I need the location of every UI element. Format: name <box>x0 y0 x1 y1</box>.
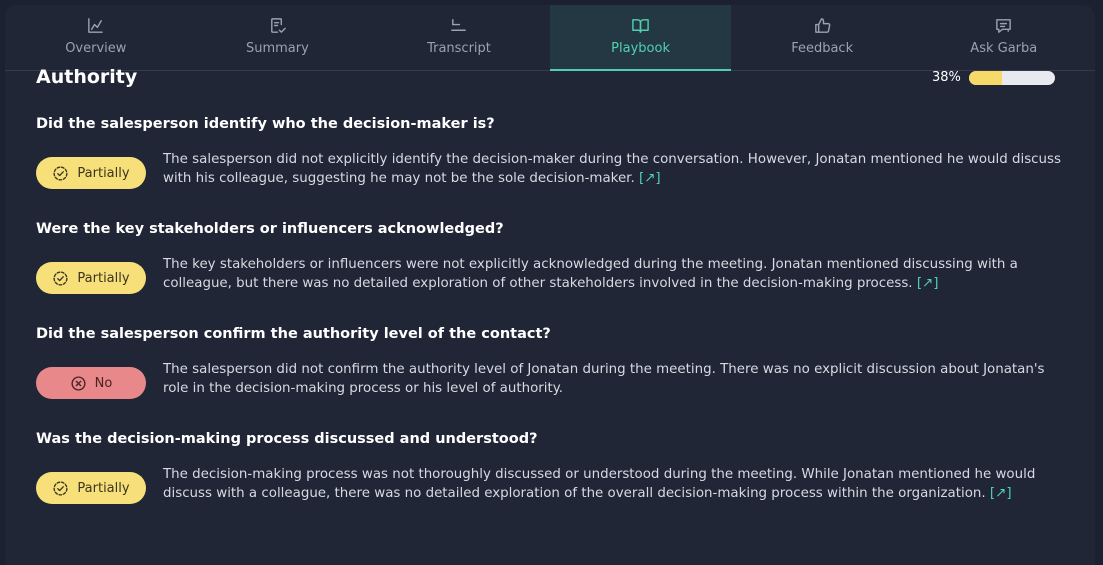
answer-body: The salesperson did not explicitly ident… <box>163 152 1061 186</box>
chart-icon <box>88 18 104 33</box>
status-badge: No <box>36 367 146 399</box>
lines-icon <box>451 19 467 31</box>
question-title: Was the decision-making process discusse… <box>36 431 538 447</box>
status-label: Partially <box>77 270 130 286</box>
partial-check-icon <box>53 165 68 181</box>
question-title: Were the key stakeholders or influencers… <box>36 221 504 237</box>
answer-text: The decision-making process was not thor… <box>163 465 1063 504</box>
question-item: Was the decision-making process discusse… <box>36 431 1076 504</box>
partial-check-icon <box>53 270 68 286</box>
answer-body: The decision-making process was not thor… <box>163 467 1036 501</box>
tab-label: Playbook <box>611 41 670 56</box>
document-check-icon <box>270 18 286 33</box>
thumbs-up-icon <box>814 18 831 33</box>
tab-transcript[interactable]: Transcript <box>368 5 550 70</box>
book-icon <box>632 19 649 33</box>
tab-ask-garba[interactable]: Ask Garba <box>913 5 1095 70</box>
x-circle-icon <box>71 375 86 391</box>
progress-fill <box>969 71 1002 85</box>
status-badge: Partially <box>36 157 146 189</box>
question-item: Did the salesperson identify who the dec… <box>36 116 1076 189</box>
answer-text: The salesperson did not confirm the auth… <box>163 360 1063 399</box>
source-link-icon[interactable]: [↗] <box>917 276 939 291</box>
partial-check-icon <box>53 480 68 496</box>
question-title: Did the salesperson confirm the authorit… <box>36 326 551 342</box>
answer-body: The key stakeholders or influencers were… <box>163 257 1018 291</box>
chat-question-icon <box>996 19 1012 33</box>
question-item: Did the salesperson confirm the authorit… <box>36 326 1076 399</box>
app-panel: Overview Summary Transcript Playbook Fee… <box>5 5 1095 565</box>
status-badge: Partially <box>36 472 146 504</box>
tab-label: Ask Garba <box>970 41 1038 56</box>
tab-label: Feedback <box>791 41 854 56</box>
status-label: No <box>94 375 113 391</box>
answer-text: The salesperson did not explicitly ident… <box>163 150 1063 189</box>
tab-label: Overview <box>65 41 127 56</box>
question-title: Did the salesperson identify who the dec… <box>36 116 495 132</box>
tab-feedback[interactable]: Feedback <box>731 5 913 70</box>
source-link-icon[interactable]: [↗] <box>990 486 1012 501</box>
tab-label: Summary <box>245 41 309 56</box>
tab-summary[interactable]: Summary <box>187 5 369 70</box>
tab-label: Transcript <box>427 41 491 56</box>
source-link-icon[interactable]: [↗] <box>639 171 661 186</box>
section-title: Authority <box>36 66 138 88</box>
answer-text: The key stakeholders or influencers were… <box>163 255 1063 294</box>
status-label: Partially <box>77 165 130 181</box>
tab-overview[interactable]: Overview <box>5 5 187 70</box>
tab-bar: Overview Summary Transcript Playbook Fee… <box>5 5 1095 71</box>
tab-playbook[interactable]: Playbook <box>549 5 732 71</box>
question-item: Were the key stakeholders or influencers… <box>36 221 1076 294</box>
progress-bar <box>969 71 1055 85</box>
status-badge: Partially <box>36 262 146 294</box>
answer-body: The salesperson did not confirm the auth… <box>163 362 1045 396</box>
status-label: Partially <box>77 480 130 496</box>
progress-percent: 38% <box>932 70 961 85</box>
